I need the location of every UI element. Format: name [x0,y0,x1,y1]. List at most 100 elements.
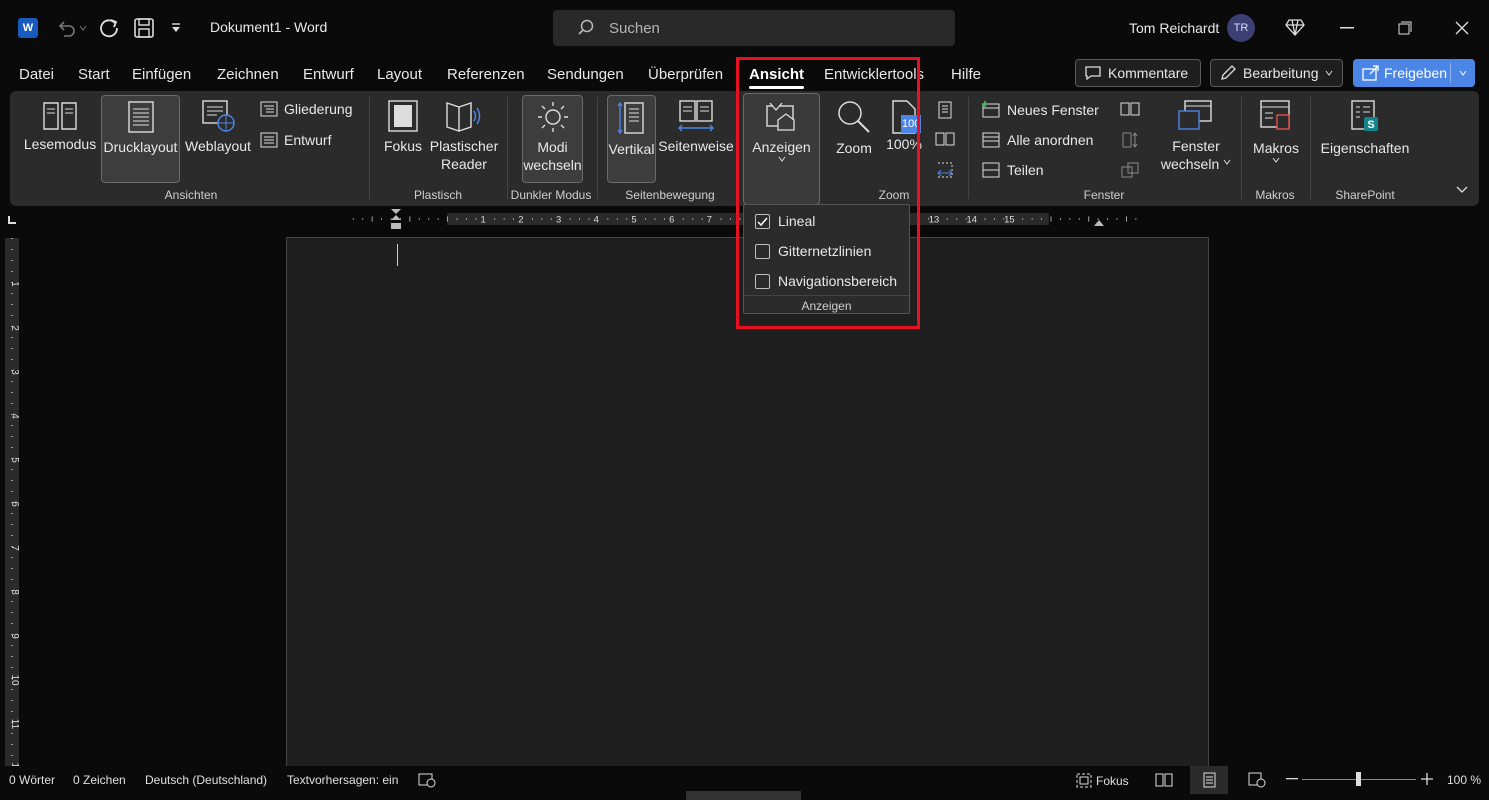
page-width-icon[interactable] [936,161,954,179]
vertical-ruler[interactable]: 123456789101112 [5,238,19,766]
zoom-slider-thumb[interactable] [1356,772,1361,786]
ruler-tick [984,218,986,220]
right-indent-marker[interactable] [1094,218,1104,226]
focus-mode-button[interactable]: Fokus [1076,773,1129,788]
ribbon-collapse-icon[interactable] [1456,186,1468,194]
tab-stop-selector[interactable] [8,216,16,224]
vertikal-button[interactable]: Vertikal [607,95,656,183]
ruler-tick [664,218,665,220]
tab-start[interactable]: Start [78,66,110,83]
ruler-number: 15 [1004,213,1014,224]
ruler-number: 2 [518,213,523,224]
undo-dropdown-icon[interactable] [79,24,87,32]
immersive-reader-button[interactable]: Plastischer Reader [428,99,500,173]
entwurf-view-button[interactable]: Entwurf [260,132,331,148]
ruler-tick [654,218,656,220]
undo-icon[interactable] [55,17,77,39]
drucklayout-button[interactable]: Drucklayout [101,95,180,183]
zoom-100-button[interactable]: 100 100% [886,99,922,153]
tab-hilfe[interactable]: Hilfe [951,66,981,83]
share-icon [1362,65,1379,81]
ruler-tick [720,218,722,220]
synchronous-scrolling-icon[interactable] [1120,131,1140,149]
tab-ueberpruefen[interactable]: Überprüfen [648,66,723,83]
language-status[interactable]: Deutsch (Deutschland) [145,773,267,787]
ruler-tick [1069,218,1071,220]
fenster-wechseln-button[interactable]: Fenster wechseln [1153,99,1239,173]
navigationsbereich-checkbox[interactable] [755,273,770,289]
lineal-checkbox[interactable] [755,213,770,229]
multiple-pages-icon[interactable] [935,131,955,147]
neues-fenster-button[interactable]: Neues Fenster [981,101,1099,119]
minimize-icon[interactable] [1340,27,1354,29]
gliederung-button[interactable]: Gliederung [260,101,353,117]
save-icon[interactable] [133,17,155,39]
vertikal-label: Vertikal [608,141,655,157]
ruler-number: 1 [481,213,486,224]
page-100-icon: 100 [889,99,922,135]
search-box[interactable]: Suchen [553,10,955,46]
avatar[interactable]: TR [1227,14,1255,42]
ruler-tick [1041,218,1042,220]
document-page[interactable] [286,237,1209,777]
tab-referenzen[interactable]: Referenzen [447,66,525,83]
ruler-tick [362,218,364,220]
ribbon: Lesemodus Drucklayout Weblayout Gliederu… [10,91,1479,206]
seitenweise-button[interactable]: Seitenweise [658,99,734,155]
navigationsbereich-checkbox-item[interactable]: Navigationsbereich [755,273,897,289]
zoom-in-icon[interactable] [1421,773,1433,785]
print-layout-status-button[interactable] [1190,766,1228,794]
book-open-icon [43,102,77,130]
web-layout-status-icon[interactable] [1248,772,1266,788]
vruler-tick [11,304,13,305]
accessibility-icon[interactable] [418,772,436,788]
text-prediction-status[interactable]: Textvorhersagen: ein [287,773,398,787]
lesemodus-button[interactable]: Lesemodus [24,99,96,153]
close-icon[interactable] [1455,21,1469,35]
tab-entwicklertools[interactable]: Entwicklertools [824,66,924,83]
share-dropdown-icon[interactable] [1459,70,1467,76]
user-name[interactable]: Tom Reichardt [1129,20,1219,36]
zoom-button[interactable]: Zoom [830,99,878,157]
vruler-tick [11,469,13,470]
gitternetzlinien-checkbox-item[interactable]: Gitternetzlinien [755,243,871,259]
tab-zeichnen[interactable]: Zeichnen [217,66,279,83]
tab-sendungen[interactable]: Sendungen [547,66,624,83]
zoom-percentage[interactable]: 100 % [1447,773,1481,787]
tab-layout[interactable]: Layout [377,66,422,83]
makros-label: Makros [1253,140,1299,156]
side-by-side-icon[interactable] [1120,101,1140,117]
restore-icon[interactable] [1398,21,1412,35]
reset-window-position-icon[interactable] [1120,161,1140,179]
tab-einfuegen[interactable]: Einfügen [132,66,191,83]
gitternetzlinien-checkbox[interactable] [755,243,770,259]
makros-button[interactable]: Makros [1250,99,1302,167]
alle-anordnen-button[interactable]: Alle anordnen [981,131,1093,149]
tab-entwurf[interactable]: Entwurf [303,66,354,83]
eigenschaften-button[interactable]: S Eigenschaften [1320,99,1410,157]
zoom-out-icon[interactable] [1286,778,1298,780]
ruler-tick [409,216,411,222]
weblayout-button[interactable]: Weblayout [184,99,252,155]
editing-mode-button[interactable]: Bearbeitung [1210,59,1343,87]
fokus-button[interactable]: Fokus [380,99,426,155]
switch-modes-button[interactable]: Modi wechseln [522,95,583,183]
redo-icon[interactable] [97,16,121,40]
word-count[interactable]: 0 Wörter [9,773,55,787]
read-mode-icon[interactable] [1155,772,1173,787]
indent-marker[interactable] [391,209,401,231]
share-button[interactable]: Freigeben [1353,59,1475,87]
customize-toolbar-icon[interactable] [170,22,182,34]
diamond-icon[interactable] [1285,18,1305,36]
tab-datei[interactable]: Datei [19,66,54,83]
teilen-button[interactable]: Teilen [981,161,1044,179]
char-count[interactable]: 0 Zeichen [73,773,126,787]
tab-ansicht[interactable]: Ansicht [749,66,805,89]
ruler-number: 6 [669,213,674,224]
anzeigen-button[interactable]: Anzeigen [743,93,820,205]
ruler-tick [569,218,571,220]
comments-button[interactable]: Kommentare [1075,59,1201,87]
lineal-checkbox-item[interactable]: Lineal [755,213,815,229]
teilen-label: Teilen [1007,162,1044,178]
one-page-icon[interactable] [937,101,953,119]
